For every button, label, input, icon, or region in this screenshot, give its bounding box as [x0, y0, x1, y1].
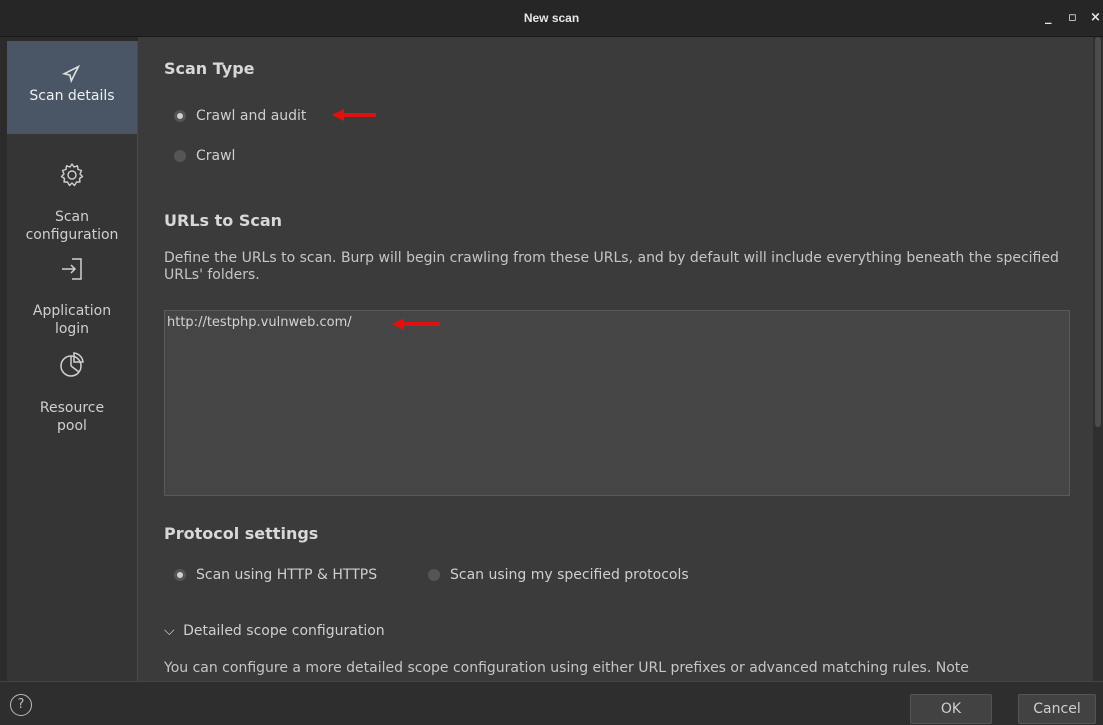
sidebar-item-label: Resource pool	[39, 400, 105, 434]
radio-dot	[428, 569, 440, 581]
scope-toggle-label: Detailed scope configuration	[183, 623, 385, 639]
sidebar-item-label: Scan details	[29, 88, 115, 104]
cancel-button[interactable]: Cancel	[1018, 694, 1096, 724]
dialog-footer: ? OK Cancel	[0, 681, 1103, 725]
sidebar-item-label: Application login	[32, 303, 112, 337]
urls-heading: URLs to Scan	[164, 211, 283, 230]
ok-button[interactable]: OK	[910, 694, 992, 724]
help-icon[interactable]: ?	[10, 694, 32, 716]
sidebar-item-resource-pool[interactable]: Resource pool	[7, 333, 137, 434]
annotation-arrow	[392, 318, 440, 330]
radio-dot	[174, 569, 186, 581]
scope-toggle[interactable]: ⌵ Detailed scope configuration	[164, 623, 385, 639]
login-icon	[62, 258, 82, 280]
sidebar-item-application-login[interactable]: Application login	[7, 238, 137, 337]
compass-icon	[61, 64, 81, 84]
radio-dot	[174, 150, 186, 162]
radio-label: Scan using HTTP & HTTPS	[196, 567, 378, 583]
radio-label: Scan using my specified protocols	[450, 567, 689, 583]
radio-dot	[174, 110, 186, 122]
url-entry: http://testphp.vulnweb.com/	[167, 315, 352, 330]
close-button[interactable]: ×	[1090, 0, 1101, 36]
vertical-scrollbar[interactable]	[1093, 37, 1103, 681]
pie-chart-icon	[60, 352, 84, 377]
sidebar: Scan details Scan configuration Applicat…	[7, 41, 138, 681]
radio-scan-specified-protocols[interactable]: Scan using my specified protocols	[428, 567, 689, 583]
urls-textarea[interactable]: http://testphp.vulnweb.com/	[164, 310, 1070, 496]
chevron-down-icon: ⌵	[164, 623, 175, 639]
annotation-arrow	[332, 109, 376, 121]
sidebar-item-scan-configuration[interactable]: Scan configuration	[7, 144, 137, 243]
scan-details-panel: Scan Type Crawl and audit Crawl URLs to …	[138, 37, 1093, 681]
maximize-button[interactable]: ▫	[1068, 0, 1077, 36]
scope-description: You can configure a more detailed scope …	[164, 660, 969, 676]
radio-crawl[interactable]: Crawl	[174, 148, 235, 164]
minimize-button[interactable]: _	[1045, 0, 1052, 36]
protocol-heading: Protocol settings	[164, 524, 319, 543]
scan-type-heading: Scan Type	[164, 59, 255, 78]
radio-scan-http-https[interactable]: Scan using HTTP & HTTPS	[174, 567, 377, 583]
title-bar: New scan _ ▫ ×	[0, 0, 1103, 37]
radio-label: Crawl	[196, 148, 236, 164]
urls-description: Define the URLs to scan. Burp will begin…	[164, 250, 1059, 283]
window-title: New scan	[523, 11, 580, 25]
radio-crawl-and-audit[interactable]: Crawl and audit	[174, 108, 306, 124]
gear-icon	[60, 163, 84, 187]
scrollbar-thumb[interactable]	[1095, 37, 1101, 427]
radio-label: Crawl and audit	[196, 108, 307, 124]
sidebar-item-scan-details[interactable]: Scan details	[7, 41, 137, 134]
